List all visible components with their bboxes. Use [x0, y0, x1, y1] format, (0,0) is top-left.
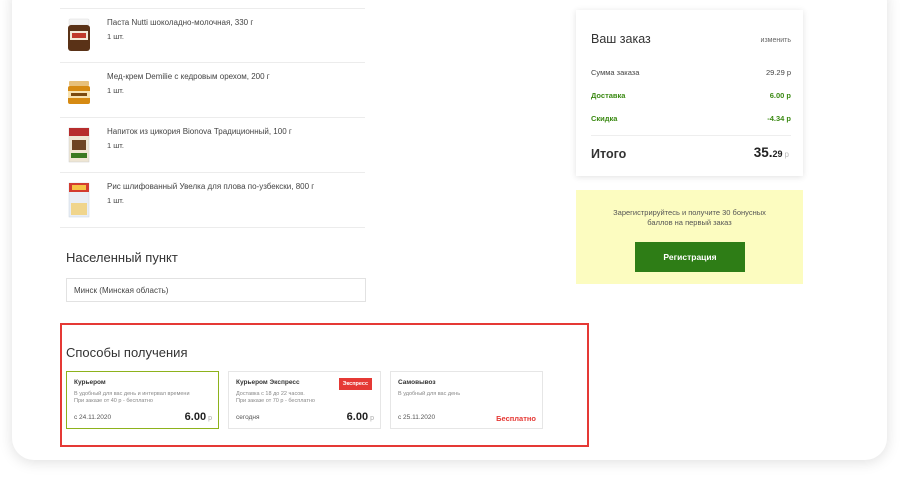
option-date: сегодня [236, 414, 260, 421]
row-value: 6.00 р [769, 91, 791, 100]
summary-row-subtotal: Сумма заказа 29.29 р [591, 68, 791, 77]
order-summary: Ваш заказ изменить Сумма заказа 29.29 р … [576, 10, 803, 176]
total-value: 35.29 р [754, 145, 789, 160]
list-item: Рис шлифованный Увелка для плова по-узбе… [60, 173, 365, 228]
price-value: 6.00 [184, 411, 207, 423]
price-currency: р [208, 415, 212, 422]
product-name[interactable]: Напиток из цикория Bionova Традиционный,… [107, 127, 292, 136]
option-date: с 25.11.2020 [398, 414, 436, 421]
option-free-label: Бесплатно [496, 414, 536, 423]
delivery-section-title: Способы получения [66, 345, 188, 360]
product-name[interactable]: Паста Nutti шоколадно-молочная, 330 г [107, 18, 253, 27]
row-label: Сумма заказа [591, 68, 640, 77]
chicory-pack-icon [68, 127, 90, 163]
option-desc-line: При заказе от 40 р - бесплатно [74, 398, 153, 404]
option-price: 6.00 р [347, 411, 374, 423]
list-item: Мед-крем Demilie с кедровым орехом, 200 … [60, 63, 365, 118]
product-qty: 1 шт. [107, 86, 124, 95]
product-qty: 1 шт. [107, 32, 124, 41]
list-item: Паста Nutti шоколадно-молочная, 330 г 1 … [60, 8, 365, 63]
product-name[interactable]: Рис шлифованный Увелка для плова по-узбе… [107, 182, 314, 191]
option-description: В удобный для вас день [398, 391, 543, 398]
option-price: 6.00 р [185, 411, 212, 423]
cart-product-list: Паста Nutti шоколадно-молочная, 330 г 1 … [60, 8, 365, 228]
summary-divider [591, 135, 791, 136]
row-label: Доставка [591, 91, 626, 100]
option-desc-line: Доставка с 18 до 22 часов. [236, 391, 305, 397]
express-badge: Экспресс [338, 378, 372, 390]
price-currency: р [370, 415, 374, 422]
rice-pack-icon [68, 182, 90, 218]
promo-text: Зарегистрируйтесь и получите 30 бонусных… [613, 208, 766, 227]
option-title: Курьером [74, 379, 106, 386]
delivery-option-express[interactable]: Курьером Экспресс Экспресс Доставка с 18… [228, 371, 381, 429]
total-label: Итого [591, 147, 627, 161]
option-date: с 24.11.2020 [74, 414, 112, 421]
row-value: 29.29 р [765, 68, 791, 77]
option-title: Самовывоз [398, 379, 436, 386]
edit-order-link[interactable]: изменить [761, 37, 791, 44]
nutella-jar-icon [68, 18, 90, 51]
total-currency: р [784, 150, 789, 159]
product-qty: 1 шт. [107, 141, 124, 150]
option-description: Доставка с 18 до 22 часов. При заказе от… [236, 391, 381, 405]
total-int: 35. [753, 145, 773, 160]
total-dec: 29 [772, 149, 783, 159]
list-item: Напиток из цикория Bionova Традиционный,… [60, 118, 365, 173]
registration-promo: Зарегистрируйтесь и получите 30 бонусных… [576, 190, 803, 284]
delivery-option-courier[interactable]: Курьером В удобный для вас день и интерв… [66, 371, 219, 429]
summary-title: Ваш заказ [591, 32, 651, 46]
product-name[interactable]: Мед-крем Demilie с кедровым орехом, 200 … [107, 72, 270, 81]
city-section-title: Населенный пункт [66, 250, 178, 265]
register-button[interactable]: Регистрация [635, 242, 745, 272]
summary-row-discount: Скидка -4.34 р [591, 114, 791, 123]
product-qty: 1 шт. [107, 196, 124, 205]
honey-jar-icon [68, 81, 90, 104]
option-desc-line: В удобный для вас день и интервал времен… [74, 391, 190, 397]
row-label: Скидка [591, 114, 618, 123]
summary-row-delivery: Доставка 6.00 р [591, 91, 791, 100]
price-value: 6.00 [346, 411, 369, 423]
option-desc-line: В удобный для вас день [398, 391, 461, 397]
city-input[interactable]: Минск (Минская область) [66, 278, 366, 302]
row-value: -4.34 р [767, 114, 791, 123]
option-description: В удобный для вас день и интервал времен… [74, 391, 219, 405]
option-desc-line: При заказе от 70 р - бесплатно [236, 398, 315, 404]
delivery-option-pickup[interactable]: Самовывоз В удобный для вас день с 25.11… [390, 371, 543, 429]
option-title: Курьером Экспресс [236, 379, 300, 386]
